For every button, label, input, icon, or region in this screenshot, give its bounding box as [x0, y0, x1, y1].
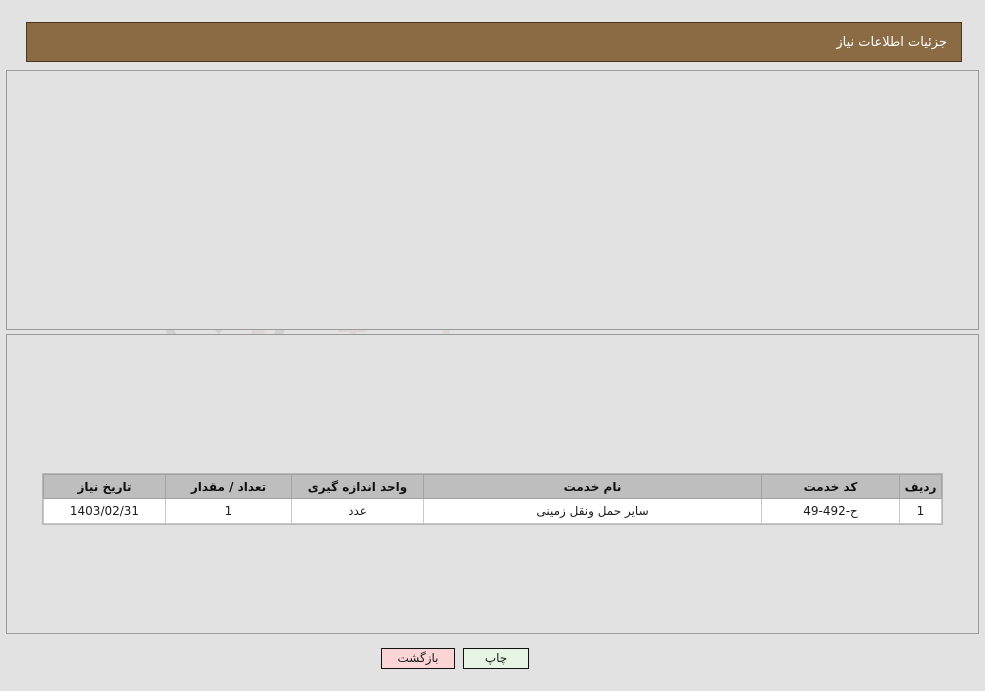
- need-info-panel: [6, 70, 979, 330]
- cell-service-code: ح-492-49: [761, 498, 900, 524]
- cell-need-date: 1403/02/31: [43, 498, 166, 524]
- cell-unit: عدد: [291, 498, 424, 524]
- col-need-date: تاریخ نیاز: [43, 474, 166, 499]
- table-header-row: ردیف کد خدمت نام خدمت واحد اندازه گیری ت…: [43, 474, 942, 499]
- table-row[interactable]: 1 ح-492-49 سایر حمل ونقل زمینی عدد 1 140…: [43, 498, 942, 524]
- col-service-name: نام خدمت: [423, 474, 762, 499]
- cell-service-name: سایر حمل ونقل زمینی: [423, 498, 762, 524]
- col-row-no: ردیف: [899, 474, 942, 499]
- print-button[interactable]: چاپ: [463, 648, 529, 669]
- services-table: ردیف کد خدمت نام خدمت واحد اندازه گیری ت…: [43, 474, 942, 524]
- page-root: جزئیات اطلاعات نیاز AriaTender.net AriaT…: [0, 0, 985, 691]
- cell-quantity: 1: [165, 498, 292, 524]
- col-unit: واحد اندازه گیری: [291, 474, 424, 499]
- page-title: جزئیات اطلاعات نیاز: [836, 34, 947, 50]
- back-button[interactable]: بازگشت: [381, 648, 455, 669]
- col-quantity: تعداد / مقدار: [165, 474, 292, 499]
- page-header: جزئیات اطلاعات نیاز: [26, 22, 962, 62]
- cell-row-no: 1: [899, 498, 942, 524]
- services-table-wrapper: ردیف کد خدمت نام خدمت واحد اندازه گیری ت…: [42, 473, 943, 525]
- col-service-code: کد خدمت: [761, 474, 900, 499]
